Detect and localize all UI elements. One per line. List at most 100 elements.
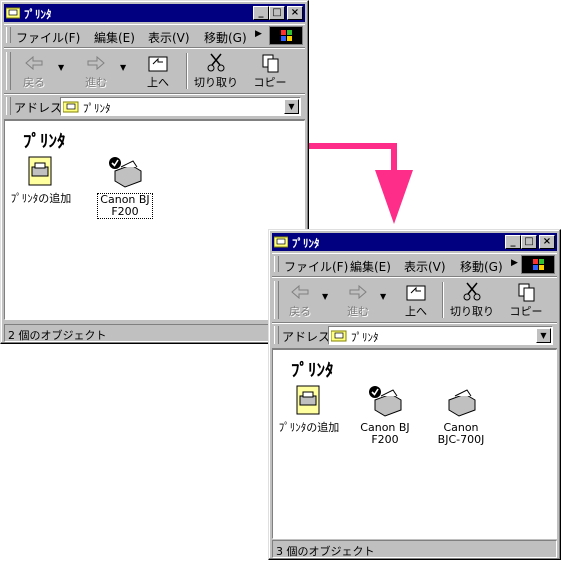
window-title: ﾌﾟﾘﾝﾀ [292, 237, 320, 250]
back-arrow-icon [291, 284, 309, 300]
cut-label: 切り取り [450, 305, 494, 318]
menubar-grip[interactable] [6, 27, 11, 43]
back-dropdown-icon[interactable]: ▼ [58, 63, 64, 72]
address-dropdown-button[interactable]: ▼ [284, 99, 299, 114]
printers-folder-icon [63, 101, 79, 113]
menu-file[interactable]: ファイル(F) [284, 258, 348, 275]
addressbar-grip[interactable] [6, 97, 11, 115]
folder-content[interactable]: ﾌﾟﾘﾝﾀ ﾌﾟﾘﾝﾀの追加 Canon BJ F200 [4, 120, 305, 320]
menu-view[interactable]: 表示(V) [148, 29, 190, 46]
up-label: 上へ [147, 76, 169, 89]
menubar-grip[interactable] [274, 256, 279, 272]
copy-button[interactable]: コピー [506, 280, 546, 320]
menu-bar: ファイル(F) 編集(E) 表示(V) 移動(G) ▶ [272, 253, 557, 277]
address-label: アドレス [14, 101, 63, 115]
up-folder-icon [406, 285, 426, 301]
copy-icon [262, 54, 279, 73]
title-bar[interactable]: ﾌﾟﾘﾝﾀ _ □ × [4, 4, 305, 22]
copy-label: コピー [509, 305, 543, 318]
address-field[interactable]: ﾌﾟﾘﾝﾀ ▼ [328, 326, 553, 345]
back-button[interactable]: 戻る [280, 280, 320, 320]
cut-button[interactable]: 切り取り [194, 51, 238, 91]
close-button[interactable]: × [287, 6, 303, 20]
printer-default-icon [109, 157, 142, 188]
cut-button[interactable]: 切り取り [450, 280, 494, 320]
forward-dropdown-icon[interactable]: ▼ [120, 63, 126, 72]
title-bar[interactable]: ﾌﾟﾘﾝﾀ _ □ × [272, 233, 557, 251]
back-label: 戻る [289, 305, 311, 318]
back-arrow-icon [25, 55, 43, 71]
address-value: ﾌﾟﾘﾝﾀ [351, 331, 379, 344]
forward-label: 進む [85, 76, 107, 89]
item-label: ﾌﾟﾘﾝﾀの追加 [10, 192, 72, 205]
folder-title: ﾌﾟﾘﾝﾀ [291, 361, 334, 381]
printers-folder-icon [6, 7, 20, 19]
scissors-icon [207, 53, 225, 72]
item-label: ﾌﾟﾘﾝﾀの追加 [278, 421, 340, 434]
printers-window-before: ﾌﾟﾘﾝﾀ _ □ × ファイル(F) 編集(E) 表示(V) 移動(G) ▶ … [0, 0, 309, 344]
forward-arrow-icon [87, 55, 105, 71]
maximize-button[interactable]: □ [521, 235, 537, 249]
copy-label: コピー [253, 76, 287, 89]
printers-window-after: ﾌﾟﾘﾝﾀ _ □ × ファイル(F) 編集(E) 表示(V) 移動(G) ▶ … [268, 229, 561, 560]
minimize-button[interactable]: _ [253, 6, 269, 20]
scissors-icon [463, 282, 481, 301]
printer-item-canon-bjc-700j[interactable]: Canon BJC-700J [425, 384, 497, 446]
toolbar-separator [186, 53, 188, 89]
forward-button[interactable]: 進む [338, 280, 378, 320]
address-bar: アドレス ﾌﾟﾘﾝﾀ ▼ [272, 323, 557, 349]
maximize-button[interactable]: □ [269, 6, 285, 20]
printers-folder-icon [331, 330, 347, 342]
menu-view[interactable]: 表示(V) [404, 258, 446, 275]
windows-logo-icon [521, 255, 555, 274]
menu-go[interactable]: 移動(G) [460, 258, 503, 275]
add-printer-icon [28, 156, 52, 186]
forward-dropdown-icon[interactable]: ▼ [380, 292, 386, 301]
add-printer-item[interactable]: ﾌﾟﾘﾝﾀの追加 [273, 384, 345, 434]
forward-arrow-icon [349, 284, 367, 300]
menu-bar: ファイル(F) 編集(E) 表示(V) 移動(G) ▶ [4, 24, 305, 48]
menu-file[interactable]: ファイル(F) [16, 29, 80, 46]
add-printer-icon [296, 385, 320, 415]
forward-button[interactable]: 進む [76, 51, 116, 91]
standard-toolbar: 戻る ▼ 進む ▼ 上へ 切り取り コピー [272, 277, 557, 323]
up-button[interactable]: 上へ [396, 280, 436, 320]
up-button[interactable]: 上へ [138, 51, 178, 91]
add-printer-item[interactable]: ﾌﾟﾘﾝﾀの追加 [5, 155, 77, 205]
addressbar-grip[interactable] [274, 326, 279, 344]
menu-more-arrow-icon[interactable]: ▶ [511, 258, 518, 268]
back-dropdown-icon[interactable]: ▼ [322, 292, 328, 301]
windows-logo-icon [269, 26, 303, 45]
menu-edit[interactable]: 編集(E) [94, 29, 135, 46]
window-title: ﾌﾟﾘﾝﾀ [24, 8, 52, 21]
forward-label: 進む [347, 305, 369, 318]
menu-more-arrow-icon[interactable]: ▶ [255, 29, 262, 39]
status-text: 2 個のオブジェクト [8, 329, 107, 342]
copy-button[interactable]: コピー [250, 51, 290, 91]
item-label: Canon BJC-700J [437, 421, 485, 446]
back-button[interactable]: 戻る [14, 51, 54, 91]
folder-content[interactable]: ﾌﾟﾘﾝﾀ ﾌﾟﾘﾝﾀの追加 Canon BJ F200 [272, 349, 557, 539]
printer-item-canon-bj-f200[interactable]: Canon BJ F200 [89, 155, 161, 219]
status-bar: 2 個のオブジェクト [4, 324, 305, 342]
address-label: アドレス [282, 330, 331, 344]
printer-default-icon [369, 386, 402, 417]
status-text: 3 個のオブジェクト [276, 545, 375, 558]
address-field[interactable]: ﾌﾟﾘﾝﾀ ▼ [60, 97, 301, 116]
close-button[interactable]: × [539, 235, 555, 249]
folder-title: ﾌﾟﾘﾝﾀ [23, 132, 66, 152]
minimize-button[interactable]: _ [505, 235, 521, 249]
address-value: ﾌﾟﾘﾝﾀ [83, 102, 111, 115]
menu-go[interactable]: 移動(G) [204, 29, 247, 46]
status-bar: 3 個のオブジェクト [272, 540, 557, 558]
menu-edit[interactable]: 編集(E) [350, 258, 391, 275]
printer-item-canon-bj-f200[interactable]: Canon BJ F200 [349, 384, 421, 446]
cut-label: 切り取り [194, 76, 238, 89]
address-bar: アドレス ﾌﾟﾘﾝﾀ ▼ [4, 94, 305, 120]
printer-icon [448, 389, 476, 417]
address-dropdown-button[interactable]: ▼ [536, 328, 551, 343]
up-folder-icon [148, 56, 168, 72]
item-label: Canon BJ F200 [360, 421, 410, 446]
standard-toolbar: 戻る ▼ 進む ▼ 上へ 切り取り コピー [4, 48, 305, 94]
back-label: 戻る [23, 76, 45, 89]
